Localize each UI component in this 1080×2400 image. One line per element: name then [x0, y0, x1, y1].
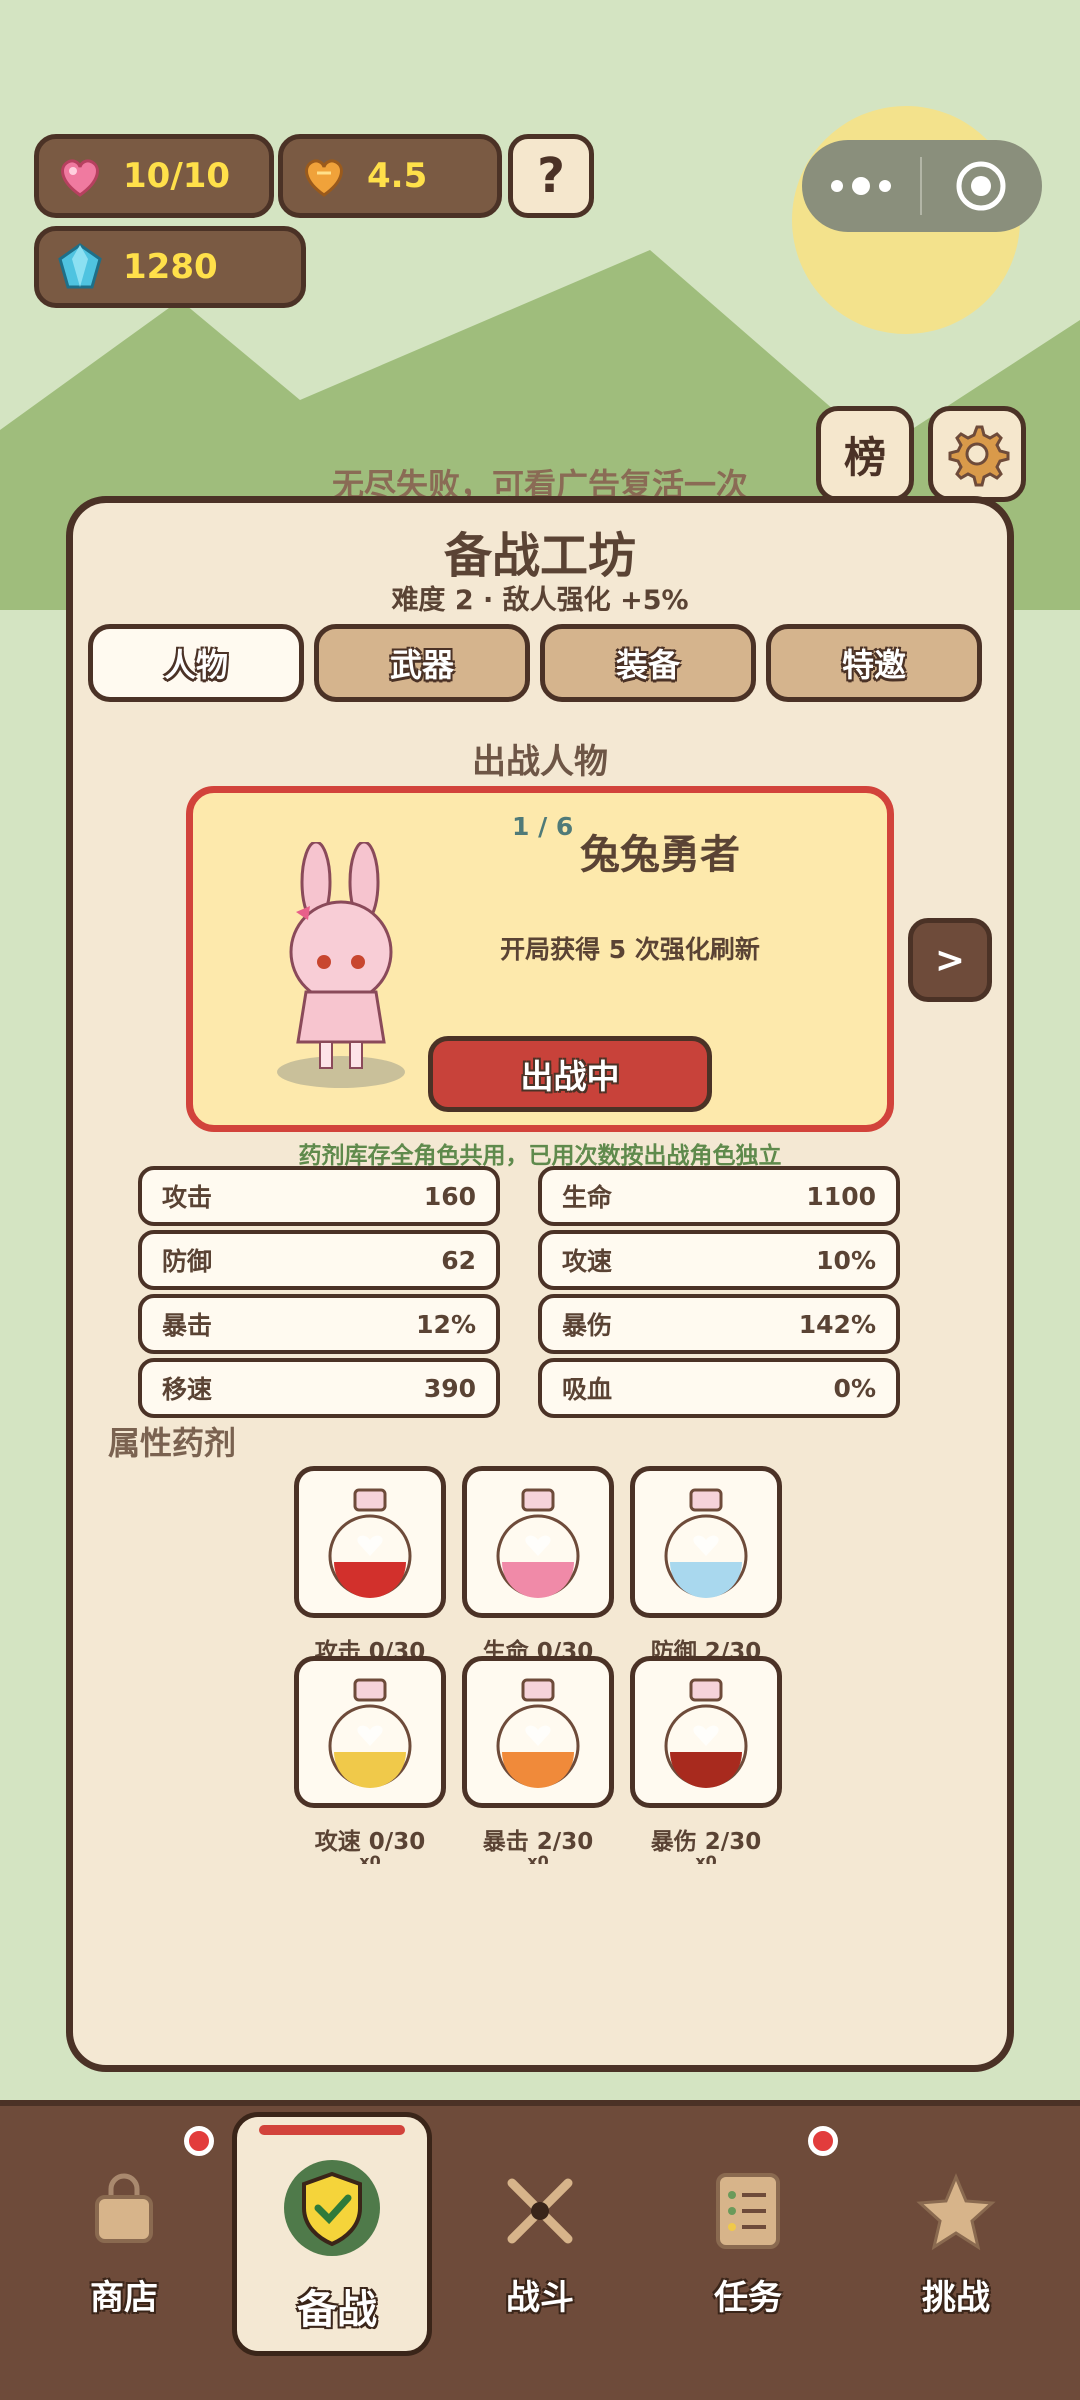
- stat-label: 暴伤: [562, 1311, 613, 1340]
- stat-value: 10%: [816, 1245, 876, 1275]
- potion-stock: x0: [527, 1852, 549, 1864]
- potion-defense[interactable]: [630, 1466, 782, 1618]
- stat-value: 160: [423, 1181, 476, 1211]
- potion-label: 暴伤 2/30: [650, 1829, 762, 1855]
- potion-crit[interactable]: [462, 1656, 614, 1808]
- star-icon: [901, 2156, 1011, 2266]
- stat-crit-damage: 暴伤 142%: [538, 1294, 900, 1354]
- potion-section-title: 属性药剂: [108, 1424, 237, 1462]
- next-hero-button[interactable]: >: [908, 918, 992, 1002]
- golden-heart-icon: [297, 149, 351, 203]
- potion-attack-speed[interactable]: [294, 1656, 446, 1808]
- potion-stock: x0: [695, 1852, 717, 1864]
- stat-move-speed: 移速 390: [138, 1358, 500, 1418]
- help-button[interactable]: ?: [508, 134, 594, 218]
- stat-label: 攻速: [562, 1247, 613, 1276]
- miniprogram-capsule: [802, 140, 1042, 232]
- tab-equipment[interactable]: 装备: [540, 624, 756, 702]
- difficulty-subtitle: 难度 2 · 敌人强化 +5%: [391, 585, 689, 616]
- deployed-button[interactable]: 出战中: [428, 1036, 712, 1112]
- tab-weapon[interactable]: 武器: [314, 624, 530, 702]
- stat-label: 防御: [162, 1247, 213, 1276]
- stat-label: 暴击: [162, 1311, 213, 1340]
- nav-label: 任务: [714, 2278, 782, 2318]
- potion-bottle-icon: [496, 1678, 580, 1788]
- shield-check-icon: [277, 2153, 387, 2263]
- nav-label: 战斗: [506, 2278, 574, 2318]
- stat-value: 390: [423, 1373, 476, 1403]
- stat-value: 0%: [833, 1373, 876, 1403]
- potion-bottle-icon: [496, 1488, 580, 1598]
- stat-crit: 暴击 12%: [138, 1294, 500, 1354]
- potion-bottle-icon: [664, 1678, 748, 1788]
- active-indicator: [259, 2125, 405, 2135]
- section-title: 出战人物: [472, 742, 608, 782]
- crossed-swords-icon: [485, 2156, 595, 2266]
- stat-label: 吸血: [562, 1375, 613, 1404]
- stat-value: 12%: [416, 1309, 476, 1339]
- stat-hp: 生命 1100: [538, 1166, 900, 1226]
- potion-hp[interactable]: [462, 1466, 614, 1618]
- nav-label: 挑战: [922, 2278, 990, 2318]
- energy-counter: 4.5: [278, 134, 502, 218]
- more-menu-icon[interactable]: [802, 177, 920, 195]
- diamond-icon: [53, 240, 107, 294]
- potion-attack[interactable]: [294, 1466, 446, 1618]
- potion-stock: x0: [359, 1852, 381, 1864]
- stat-attack: 攻击 160: [138, 1166, 500, 1226]
- potion-crit-damage[interactable]: [630, 1656, 782, 1808]
- hero-perk: 开局获得 5 次强化刷新: [500, 935, 760, 964]
- shop-notification-dot: [184, 2126, 214, 2156]
- close-miniprogram-icon[interactable]: [922, 159, 1040, 213]
- stat-label: 生命: [562, 1183, 613, 1212]
- energy-value: 4.5: [367, 156, 428, 196]
- stat-value: 1100: [806, 1181, 876, 1211]
- stat-lifesteal: 吸血 0%: [538, 1358, 900, 1418]
- nav-label: 商店: [90, 2278, 158, 2318]
- stat-attack-speed: 攻速 10%: [538, 1230, 900, 1290]
- nav-prep[interactable]: 备战: [232, 2112, 432, 2356]
- potion-label: 攻速 0/30: [314, 1829, 426, 1855]
- potion-bottle-icon: [328, 1678, 412, 1788]
- tab-character[interactable]: 人物: [88, 624, 304, 702]
- potion-share-note: 药剂库存全角色共用，已用次数按出战角色独立: [298, 1143, 782, 1169]
- potion-label: 暴击 2/30: [482, 1829, 594, 1855]
- gems-value: 1280: [123, 247, 218, 287]
- stat-label: 攻击: [162, 1183, 213, 1212]
- stat-defense: 防御 62: [138, 1230, 500, 1290]
- bag-icon: [69, 2156, 179, 2266]
- bunny-hero-portrait: [277, 842, 405, 1088]
- stat-label: 移速: [162, 1375, 213, 1404]
- stat-value: 142%: [798, 1309, 876, 1339]
- panel-title: 备战工坊: [443, 528, 636, 584]
- hearts-value: 10/10: [123, 156, 231, 196]
- stat-value: 62: [441, 1245, 476, 1275]
- nav-battle[interactable]: 战斗: [440, 2110, 640, 2350]
- heart-icon: [53, 149, 107, 203]
- potion-bottle-icon: [328, 1488, 412, 1598]
- nav-label: 备战: [297, 2287, 377, 2333]
- gems-counter: 1280: [34, 226, 306, 308]
- nav-challenge[interactable]: 挑战: [856, 2110, 1056, 2350]
- tab-special-guest[interactable]: 特邀: [766, 624, 982, 702]
- potion-bottle-icon: [664, 1488, 748, 1598]
- hero-name: 兔兔勇者: [580, 832, 740, 878]
- hearts-counter: 10/10: [34, 134, 274, 218]
- checklist-icon: [693, 2156, 803, 2266]
- tasks-notification-dot: [808, 2126, 838, 2156]
